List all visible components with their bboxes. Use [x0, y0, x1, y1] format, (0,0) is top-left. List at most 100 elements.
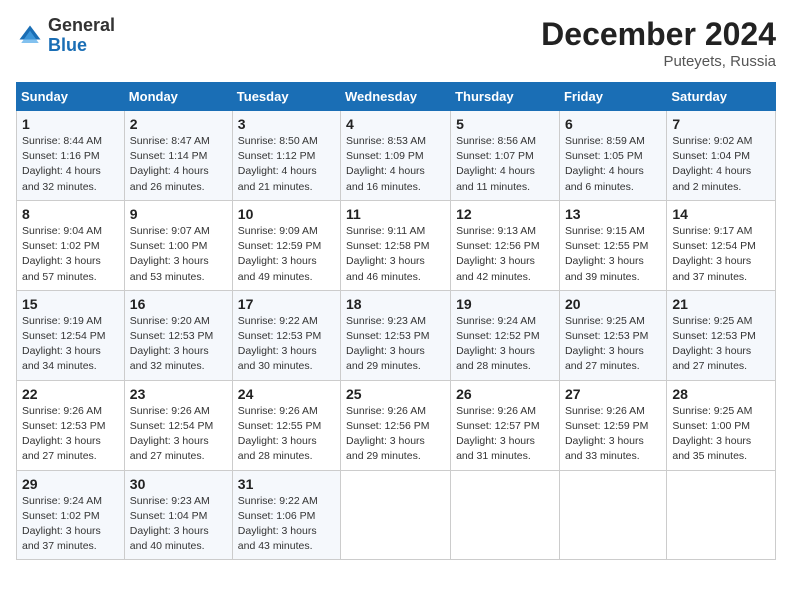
weekday-header: Monday	[124, 83, 232, 111]
page-header: General Blue December 2024 Puteyets, Rus…	[16, 16, 776, 70]
calendar-cell: 15Sunrise: 9:19 AMSunset: 12:54 PMDaylig…	[17, 290, 125, 380]
day-info: Sunrise: 9:25 AMSunset: 12:53 PMDaylight…	[672, 314, 770, 375]
day-info: Sunrise: 9:26 AMSunset: 12:57 PMDaylight…	[456, 404, 554, 465]
day-number: 25	[346, 386, 445, 402]
day-info: Sunrise: 9:26 AMSunset: 12:59 PMDaylight…	[565, 404, 661, 465]
day-info: Sunrise: 8:59 AMSunset: 1:05 PMDaylight:…	[565, 134, 661, 195]
day-info: Sunrise: 9:09 AMSunset: 12:59 PMDaylight…	[238, 224, 335, 285]
calendar-cell: 9 Sunrise: 9:07 AMSunset: 1:00 PMDaylight…	[124, 200, 232, 290]
day-info: Sunrise: 9:26 AMSunset: 12:53 PMDaylight…	[22, 404, 119, 465]
day-number: 11	[346, 206, 445, 222]
day-info: Sunrise: 9:07 AMSunset: 1:00 PMDaylight:…	[130, 224, 227, 285]
calendar-cell: 30 Sunrise: 9:23 AMSunset: 1:04 PMDayligh…	[124, 470, 232, 560]
calendar-cell	[559, 470, 666, 560]
calendar-cell: 23 Sunrise: 9:26 AMSunset: 12:54 PMDaylig…	[124, 380, 232, 470]
calendar-week-row: 8 Sunrise: 9:04 AMSunset: 1:02 PMDaylight…	[17, 200, 776, 290]
weekday-header: Wednesday	[341, 83, 451, 111]
calendar-location: Puteyets, Russia	[541, 53, 776, 70]
calendar-week-row: 1Sunrise: 8:44 AMSunset: 1:16 PMDaylight…	[17, 111, 776, 201]
calendar-cell: 26 Sunrise: 9:26 AMSunset: 12:57 PMDaylig…	[451, 380, 560, 470]
calendar-title: December 2024	[541, 16, 776, 53]
weekday-header: Tuesday	[232, 83, 340, 111]
day-number: 9	[130, 206, 227, 222]
calendar-cell: 8 Sunrise: 9:04 AMSunset: 1:02 PMDaylight…	[17, 200, 125, 290]
day-number: 15	[22, 296, 119, 312]
day-info: Sunrise: 9:23 AMSunset: 12:53 PMDaylight…	[346, 314, 445, 375]
day-info: Sunrise: 8:53 AMSunset: 1:09 PMDaylight:…	[346, 134, 445, 195]
day-info: Sunrise: 9:13 AMSunset: 12:56 PMDaylight…	[456, 224, 554, 285]
calendar-cell: 5 Sunrise: 8:56 AMSunset: 1:07 PMDaylight…	[451, 111, 560, 201]
day-info: Sunrise: 9:25 AMSunset: 12:53 PMDaylight…	[565, 314, 661, 375]
title-block: December 2024 Puteyets, Russia	[541, 16, 776, 70]
calendar-week-row: 29Sunrise: 9:24 AMSunset: 1:02 PMDayligh…	[17, 470, 776, 560]
day-number: 17	[238, 296, 335, 312]
calendar-cell: 20 Sunrise: 9:25 AMSunset: 12:53 PMDaylig…	[559, 290, 666, 380]
day-number: 23	[130, 386, 227, 402]
calendar-cell: 12Sunrise: 9:13 AMSunset: 12:56 PMDaylig…	[451, 200, 560, 290]
day-number: 8	[22, 206, 119, 222]
calendar-cell: 3 Sunrise: 8:50 AMSunset: 1:12 PMDaylight…	[232, 111, 340, 201]
day-number: 16	[130, 296, 227, 312]
day-info: Sunrise: 9:23 AMSunset: 1:04 PMDaylight:…	[130, 494, 227, 555]
calendar-cell	[451, 470, 560, 560]
day-info: Sunrise: 9:22 AMSunset: 1:06 PMDaylight:…	[238, 494, 335, 555]
day-info: Sunrise: 8:56 AMSunset: 1:07 PMDaylight:…	[456, 134, 554, 195]
day-number: 24	[238, 386, 335, 402]
day-info: Sunrise: 8:50 AMSunset: 1:12 PMDaylight:…	[238, 134, 335, 195]
calendar-header-row: SundayMondayTuesdayWednesdayThursdayFrid…	[17, 83, 776, 111]
day-info: Sunrise: 9:15 AMSunset: 12:55 PMDaylight…	[565, 224, 661, 285]
day-number: 26	[456, 386, 554, 402]
day-number: 31	[238, 476, 335, 492]
calendar-cell: 11 Sunrise: 9:11 AMSunset: 12:58 PMDaylig…	[341, 200, 451, 290]
day-info: Sunrise: 9:04 AMSunset: 1:02 PMDaylight:…	[22, 224, 119, 285]
day-number: 5	[456, 116, 554, 132]
day-number: 21	[672, 296, 770, 312]
calendar-table: SundayMondayTuesdayWednesdayThursdayFrid…	[16, 82, 776, 560]
day-number: 30	[130, 476, 227, 492]
weekday-header: Thursday	[451, 83, 560, 111]
weekday-header: Saturday	[667, 83, 776, 111]
day-number: 10	[238, 206, 335, 222]
logo-icon	[16, 22, 44, 50]
day-info: Sunrise: 9:24 AMSunset: 12:52 PMDaylight…	[456, 314, 554, 375]
calendar-cell: 14 Sunrise: 9:17 AMSunset: 12:54 PMDaylig…	[667, 200, 776, 290]
calendar-cell: 10 Sunrise: 9:09 AMSunset: 12:59 PMDaylig…	[232, 200, 340, 290]
calendar-week-row: 22Sunrise: 9:26 AMSunset: 12:53 PMDaylig…	[17, 380, 776, 470]
calendar-cell: 17Sunrise: 9:22 AMSunset: 12:53 PMDaylig…	[232, 290, 340, 380]
day-info: Sunrise: 9:02 AMSunset: 1:04 PMDaylight:…	[672, 134, 770, 195]
day-info: Sunrise: 9:24 AMSunset: 1:02 PMDaylight:…	[22, 494, 119, 555]
calendar-cell	[667, 470, 776, 560]
day-info: Sunrise: 9:17 AMSunset: 12:54 PMDaylight…	[672, 224, 770, 285]
day-number: 13	[565, 206, 661, 222]
day-number: 6	[565, 116, 661, 132]
calendar-cell: 31 Sunrise: 9:22 AMSunset: 1:06 PMDayligh…	[232, 470, 340, 560]
calendar-week-row: 15Sunrise: 9:19 AMSunset: 12:54 PMDaylig…	[17, 290, 776, 380]
calendar-cell: 22Sunrise: 9:26 AMSunset: 12:53 PMDaylig…	[17, 380, 125, 470]
calendar-cell: 29Sunrise: 9:24 AMSunset: 1:02 PMDayligh…	[17, 470, 125, 560]
day-number: 2	[130, 116, 227, 132]
calendar-cell: 6 Sunrise: 8:59 AMSunset: 1:05 PMDaylight…	[559, 111, 666, 201]
day-info: Sunrise: 9:11 AMSunset: 12:58 PMDaylight…	[346, 224, 445, 285]
day-number: 20	[565, 296, 661, 312]
calendar-cell: 27 Sunrise: 9:26 AMSunset: 12:59 PMDaylig…	[559, 380, 666, 470]
day-info: Sunrise: 9:26 AMSunset: 12:56 PMDaylight…	[346, 404, 445, 465]
calendar-cell: 28 Sunrise: 9:25 AMSunset: 1:00 PMDayligh…	[667, 380, 776, 470]
day-number: 3	[238, 116, 335, 132]
day-number: 28	[672, 386, 770, 402]
weekday-header: Sunday	[17, 83, 125, 111]
logo-blue-text: Blue	[48, 35, 87, 55]
day-info: Sunrise: 9:25 AMSunset: 1:00 PMDaylight:…	[672, 404, 770, 465]
weekday-header: Friday	[559, 83, 666, 111]
day-number: 14	[672, 206, 770, 222]
day-info: Sunrise: 9:26 AMSunset: 12:54 PMDaylight…	[130, 404, 227, 465]
day-number: 27	[565, 386, 661, 402]
day-info: Sunrise: 9:20 AMSunset: 12:53 PMDaylight…	[130, 314, 227, 375]
calendar-cell: 16 Sunrise: 9:20 AMSunset: 12:53 PMDaylig…	[124, 290, 232, 380]
day-number: 4	[346, 116, 445, 132]
day-number: 7	[672, 116, 770, 132]
day-info: Sunrise: 8:47 AMSunset: 1:14 PMDaylight:…	[130, 134, 227, 195]
day-number: 1	[22, 116, 119, 132]
calendar-cell: 24Sunrise: 9:26 AMSunset: 12:55 PMDaylig…	[232, 380, 340, 470]
calendar-cell: 2 Sunrise: 8:47 AMSunset: 1:14 PMDaylight…	[124, 111, 232, 201]
calendar-cell: 1Sunrise: 8:44 AMSunset: 1:16 PMDaylight…	[17, 111, 125, 201]
